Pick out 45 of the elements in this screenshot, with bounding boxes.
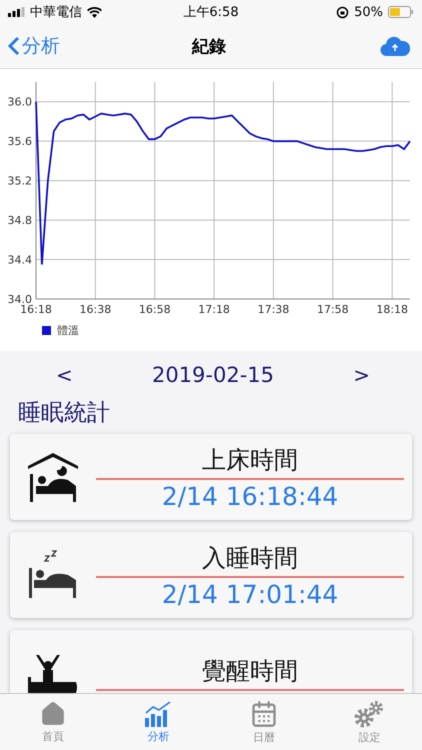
carrier-name: 中華電信 [30, 4, 82, 21]
bar-chart-icon [144, 700, 172, 726]
screen-title: 紀錄 [190, 36, 227, 58]
y-tick-label: 34.8 [8, 214, 32, 228]
tab-item[interactable]: 設定 [316, 694, 422, 750]
y-tick-label: 35.6 [8, 135, 32, 148]
back-link[interactable]: 分析 [8, 33, 142, 59]
gears-icon [354, 700, 384, 728]
back-chevron-icon [8, 36, 20, 56]
wifi-icon [87, 6, 102, 18]
legend-label: 體溫 [57, 323, 79, 338]
x-tick-label: 16:38 [80, 303, 112, 316]
stat-time: 2/14 17:01:44 [162, 580, 338, 608]
tab-item[interactable]: 日曆 [211, 694, 316, 750]
x-tick-label: 16:18 [20, 303, 52, 316]
x-tick-label: 17:58 [316, 303, 349, 316]
x-tick-label: 16:58 [138, 303, 171, 316]
stat-title: 覺醒時間 [96, 655, 404, 691]
clock-time: 上午6:58 [182, 4, 240, 21]
section-title: 睡眠統計 [17, 399, 111, 428]
y-tick-label: 34.0 [8, 293, 32, 306]
y-tick-label: 34.4 [8, 254, 32, 267]
person-waking-icon [26, 653, 80, 693]
calendar-icon [250, 700, 278, 728]
stat-title: 入睡時間 [96, 542, 404, 578]
y-tick-label: 35.2 [8, 174, 32, 188]
previous-date-button[interactable]: < [56, 363, 73, 387]
signal-icon [8, 7, 25, 17]
stat-time: 2/14 16:18:44 [162, 482, 338, 510]
x-tick-label: 17:18 [198, 303, 230, 316]
cloud-upload-icon[interactable] [380, 36, 410, 56]
tab-item[interactable]: 首頁 [0, 694, 106, 750]
x-tick-label: 17:38 [258, 303, 290, 316]
stat-title: 上床時間 [96, 444, 404, 480]
date-label: 2019-02-15 [152, 363, 274, 387]
next-date-button[interactable]: > [353, 363, 370, 387]
battery-icon [388, 6, 414, 18]
legend-swatch [42, 326, 51, 335]
y-tick-label: 36.0 [8, 96, 32, 109]
battery-percent: 50% [354, 4, 383, 20]
rotation-lock-icon [336, 6, 350, 18]
x-tick-label: 18:18 [376, 303, 408, 316]
bed-under-roof-icon [26, 450, 80, 504]
home-icon [40, 700, 66, 726]
tab-item[interactable]: 分析 [106, 694, 211, 750]
